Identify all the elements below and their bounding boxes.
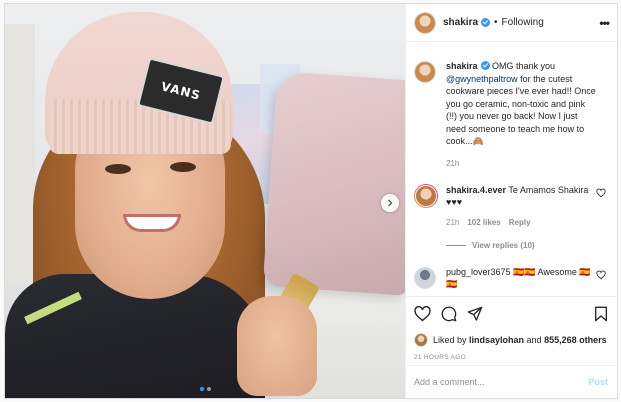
comment-username[interactable]: pubg_lover3675 [446,267,511,277]
caption-text: shakira OMG thank you @gwynethpaltrow fo… [446,60,596,148]
caption-text-part: for the cutest cookware pieces I've ever… [446,73,596,147]
add-comment-input[interactable] [414,377,589,387]
caption-time[interactable]: 21h [446,159,459,168]
header-username[interactable]: shakira [443,17,478,28]
comments-section: shakira OMG thank you @gwynethpaltrow fo… [406,42,616,294]
comment-username[interactable]: shakira.4.ever [446,185,506,195]
avatar [415,184,437,207]
story-ring[interactable] [414,183,438,208]
carousel-dots [200,387,211,391]
post-side-panel: shakira • Following ••• shakira OMG than… [405,4,617,398]
following-button[interactable]: Following [502,17,544,28]
liked-by-suffix: and [524,335,545,345]
instagram-post: VANS shakira • Following ••• shakira OMG… [4,3,618,399]
comment: shakira.4.ever Te Amamos Shakira ♥♥♥ [414,183,606,209]
photo-pink-pan [262,71,405,296]
like-heart-icon[interactable] [414,306,431,322]
comment-likes[interactable]: 102 likes [467,218,500,227]
post-timestamp[interactable]: 21 HOURS AGO [414,354,608,361]
carousel-next-button[interactable] [381,194,399,212]
photo-eye [170,162,196,172]
carousel-dot [207,387,211,391]
photo-eye [105,164,131,174]
caption-text-part: OMG thank you [489,61,556,71]
verified-badge-icon [481,18,491,27]
comment-icon[interactable] [441,306,457,322]
caption-meta: 21h [446,159,606,168]
save-bookmark-icon[interactable] [594,306,608,322]
caption: shakira OMG thank you @gwynethpaltrow fo… [414,60,606,148]
mention-link[interactable]: @gwynethpaltrow [446,74,518,84]
liked-by-prefix: Liked by [433,335,470,345]
comment-text: pubg_lover3675 🇪🇸🇪🇸 Awesome 🇪🇸🇪🇸 [446,266,591,291]
liked-by-user-link[interactable]: lindsaylohan [469,335,524,345]
more-options-icon[interactable]: ••• [599,16,610,30]
add-comment-bar: Post [406,365,616,398]
background-shelf [5,24,35,284]
photo-smile [123,214,181,232]
carousel-dot-active [200,387,204,391]
verified-badge-icon [480,61,490,70]
share-icon[interactable] [467,306,483,322]
comment-text: shakira.4.ever Te Amamos Shakira ♥♥♥ [446,184,591,209]
post-photo[interactable]: VANS [5,4,405,398]
avatar[interactable] [414,266,436,289]
liked-by: Liked by lindsaylohan and 855,268 others [414,333,608,347]
liked-by-text: Liked by lindsaylohan and 855,268 others [433,335,607,345]
comment-meta: 21h 102 likes Reply [446,218,606,227]
post-header: shakira • Following ••• [406,4,617,42]
comment-time[interactable]: 21h [446,218,459,227]
post-actions: Liked by lindsaylohan and 855,268 others… [406,296,616,361]
post-comment-button[interactable]: Post [588,377,608,387]
reply-button[interactable]: Reply [509,218,531,227]
chevron-right-icon [388,199,393,207]
photo-hand [237,296,317,396]
comment: pubg_lover3675 🇪🇸🇪🇸 Awesome 🇪🇸🇪🇸 [414,266,606,291]
view-replies-label: View replies (10) [472,240,535,250]
view-replies-button[interactable]: View replies (10) [446,241,606,250]
avatar[interactable] [414,11,436,34]
header-separator: • [494,17,498,28]
heart-icon[interactable] [596,270,606,280]
divider-line [446,244,466,246]
avatar[interactable] [414,333,428,347]
caption-username[interactable]: shakira [446,61,478,71]
heart-icon[interactable] [596,188,606,198]
likes-count-link[interactable]: 855,268 others [544,335,607,345]
avatar[interactable] [414,61,436,83]
action-icons [414,303,608,325]
